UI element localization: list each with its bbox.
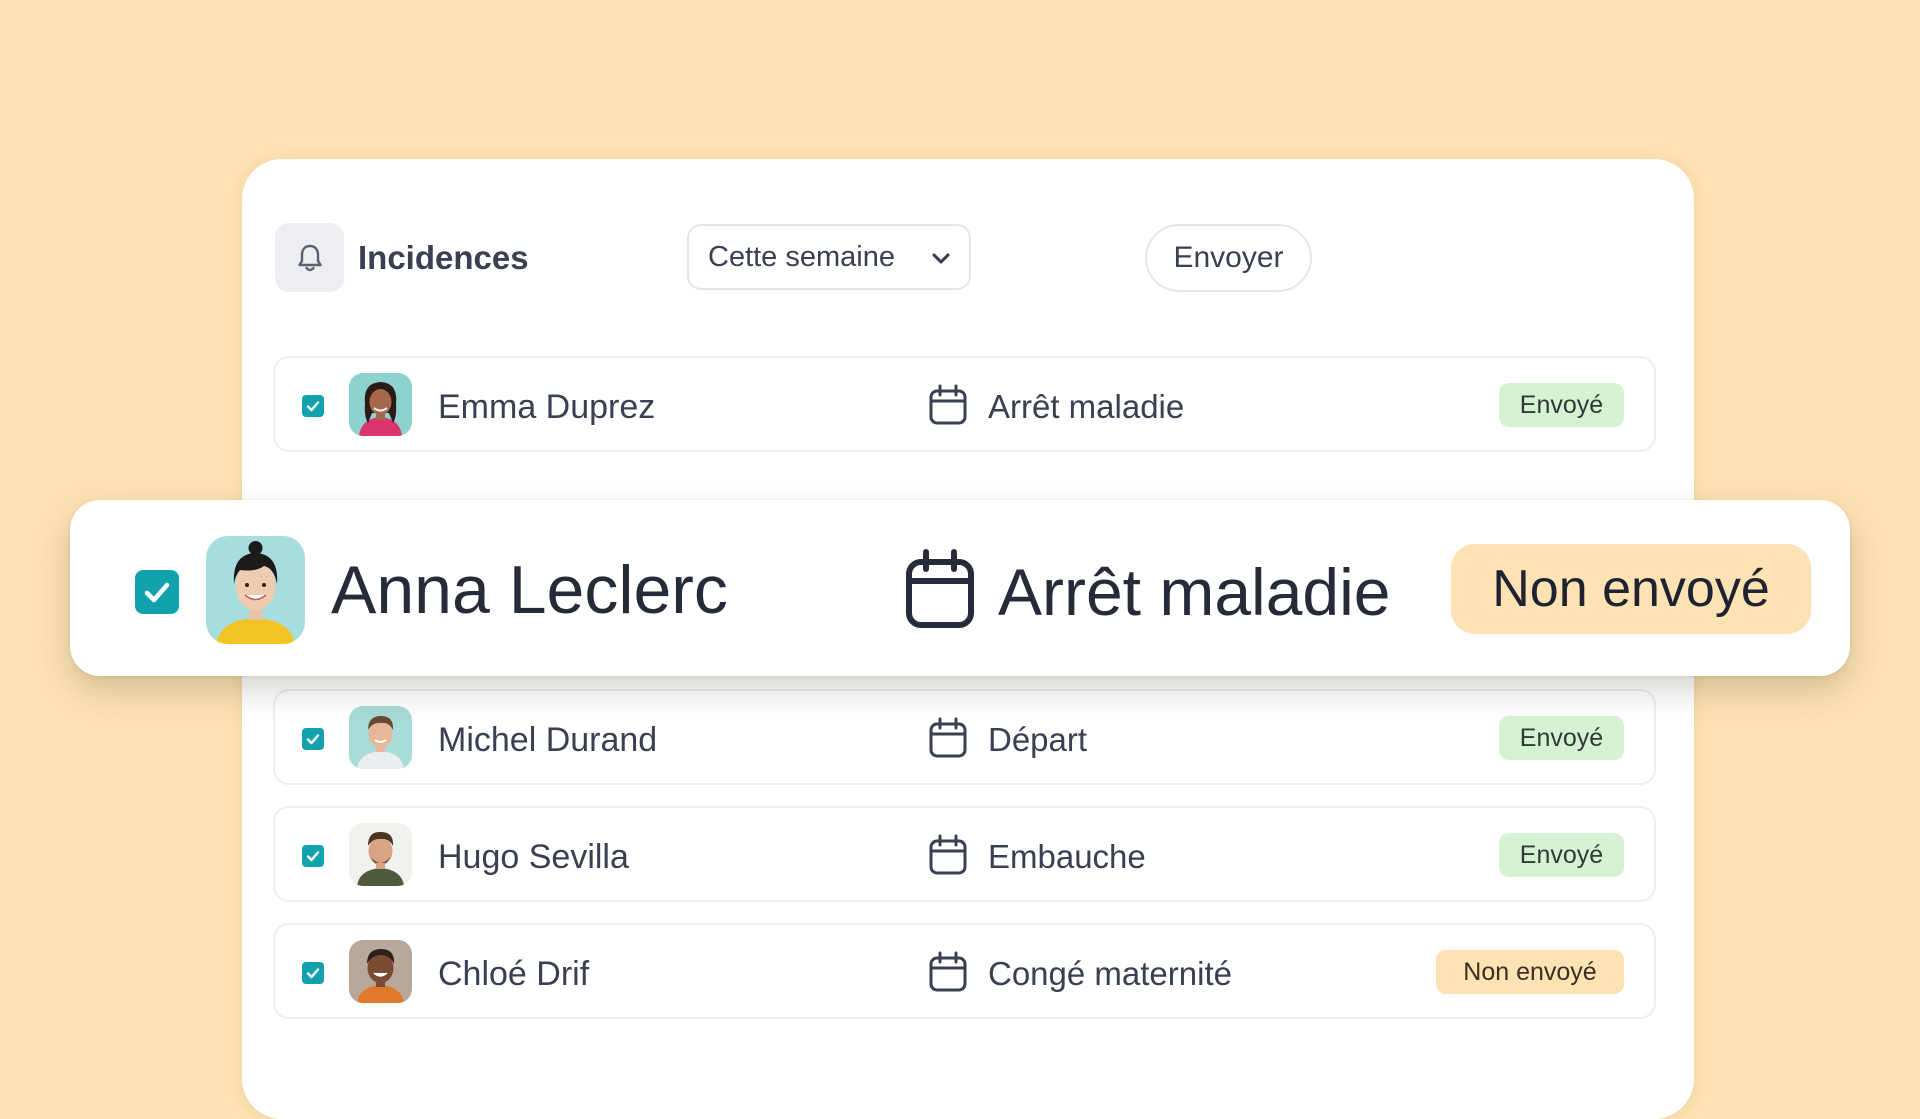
incidence-type: Arrêt maladie (998, 555, 1391, 629)
page-title: Incidences (358, 239, 529, 276)
avatar (349, 823, 412, 886)
period-select[interactable]: Cette semaine (687, 224, 971, 290)
calendar-icon (906, 549, 974, 628)
status-badge: Envoyé (1499, 383, 1624, 427)
row-checkbox[interactable] (302, 728, 324, 750)
status-badge: Non envoyé (1451, 544, 1811, 634)
calendar-icon (929, 384, 967, 425)
send-button[interactable]: Envoyer (1145, 224, 1312, 292)
avatar (206, 536, 305, 644)
status-badge: Non envoyé (1436, 950, 1624, 994)
list-item[interactable]: Hugo Sevilla Embauche Envoyé (273, 806, 1656, 902)
list-item[interactable]: Michel Durand Départ Envoyé (273, 689, 1656, 785)
status-badge: Envoyé (1499, 833, 1624, 877)
highlighted-list-item[interactable]: Anna Leclerc Arrêt maladie Non envoyé (70, 500, 1850, 676)
incidence-type: Congé maternité (988, 955, 1232, 992)
row-checkbox[interactable] (302, 845, 324, 867)
employee-name: Hugo Sevilla (438, 838, 629, 876)
employee-name: Anna Leclerc (331, 552, 728, 628)
row-checkbox[interactable] (302, 962, 324, 984)
period-select-value: Cette semaine (708, 240, 895, 273)
send-button-label: Envoyer (1173, 241, 1284, 274)
incidence-type: Arrêt maladie (988, 388, 1185, 425)
list-item[interactable]: Chloé Drif Congé maternité Non envoyé (273, 923, 1656, 1019)
bell-icon (275, 223, 344, 292)
incidence-type: Départ (988, 721, 1088, 758)
avatar (349, 373, 412, 436)
calendar-icon (929, 951, 967, 992)
list-item[interactable]: Emma Duprez Arrêt maladie Envoyé (273, 356, 1656, 452)
row-checkbox[interactable] (302, 395, 324, 417)
avatar (349, 706, 412, 769)
row-checkbox[interactable] (135, 570, 179, 614)
calendar-icon (929, 717, 967, 758)
status-badge: Envoyé (1499, 716, 1624, 760)
employee-name: Michel Durand (438, 721, 658, 759)
calendar-icon (929, 834, 967, 875)
avatar (349, 940, 412, 1003)
incidence-type: Embauche (988, 838, 1146, 875)
employee-name: Emma Duprez (438, 388, 656, 426)
employee-name: Chloé Drif (438, 955, 590, 993)
chevron-down-icon (932, 253, 950, 264)
